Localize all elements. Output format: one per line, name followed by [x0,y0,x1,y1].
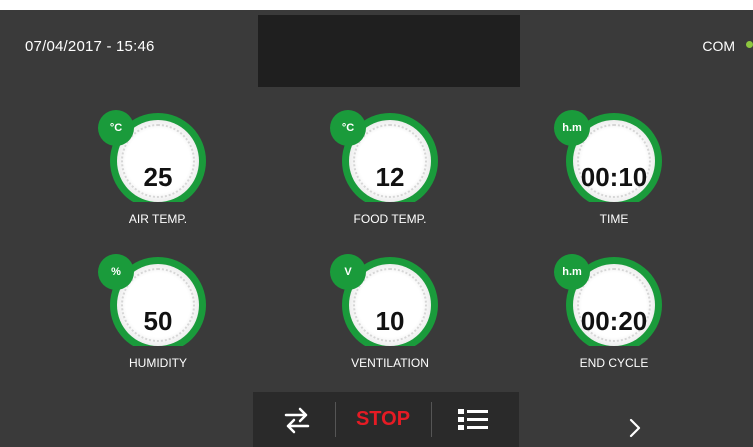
dial-value: 12 [375,162,405,192]
dial-ventilation[interactable]: V 10 VENTILATION [330,254,450,370]
bottom-toolbar: STOP [253,392,519,447]
dial-label: END CYCLE [579,356,649,370]
unit-badge: h.m [554,254,590,290]
swap-button[interactable] [263,392,331,447]
dial-end-cycle[interactable]: h.m 00:20 END CYCLE [554,254,674,370]
dial-label: FOOD TEMP. [353,212,427,226]
stop-button[interactable]: STOP [337,392,429,447]
dial-value: 25 [143,162,173,192]
unit-badge: % [98,254,134,290]
next-button[interactable] [620,410,650,445]
com-status-label: COM [702,38,735,54]
control-panel-screen: 07/04/2017 - 15:46 COM °C 25 AIR TEMP. °… [0,10,753,447]
unit-badge: V [330,254,366,290]
dial-label: VENTILATION [351,356,429,370]
dial-value: 00:10 [580,162,648,192]
dial-value: 50 [143,306,173,336]
dial-humidity[interactable]: % 50 HUMIDITY [98,254,218,370]
display-panel [258,15,520,87]
chevron-right-icon [629,418,641,437]
dial-label: HUMIDITY [129,356,187,370]
toolbar-separator [335,402,336,437]
menu-button[interactable] [438,392,508,447]
dial-time[interactable]: h.m 00:10 TIME [554,110,674,226]
com-status-indicator [746,41,753,48]
dial-air-temp[interactable]: °C 25 AIR TEMP. [98,110,218,226]
dial-value: 00:20 [580,306,648,336]
dial-label: TIME [599,212,629,226]
unit-badge: °C [330,110,366,146]
date-time: 07/04/2017 - 15:46 [25,38,155,55]
unit-badge: °C [98,110,134,146]
unit-badge: h.m [554,110,590,146]
dial-food-temp[interactable]: °C 12 FOOD TEMP. [330,110,450,226]
dial-value: 10 [375,306,405,336]
dial-label: AIR TEMP. [128,212,188,226]
list-menu-icon [458,408,488,430]
swap-arrows-icon [284,407,310,433]
toolbar-separator [431,402,432,437]
